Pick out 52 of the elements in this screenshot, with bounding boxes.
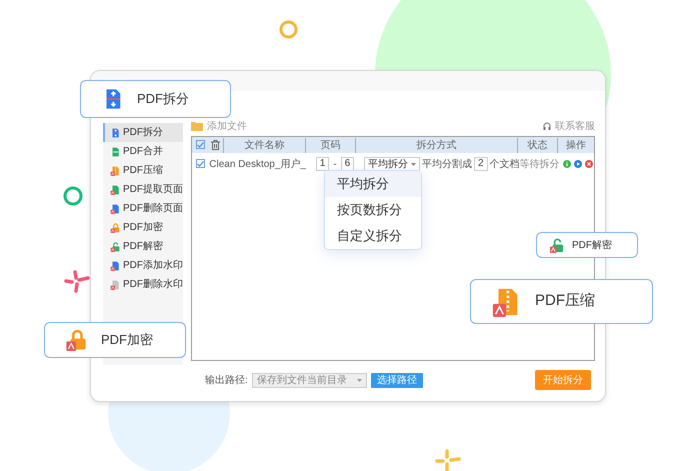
feature-card-label: PDF解密 [572,238,612,252]
play-icon[interactable] [574,160,582,168]
column-header: 文件名称 [244,140,284,150]
status-text: 等待拆分 [520,158,560,172]
sidebar-item[interactable]: PDF删除页面 [103,199,183,218]
headset-icon [543,122,551,130]
sparkle-decoration [435,449,461,471]
feature-card-label: PDF加密 [101,331,153,350]
menu-option[interactable]: 按页数拆分 [325,197,421,223]
output-path-label: 输出路径: [205,374,248,388]
sidebar-item[interactable]: PDF提取页面 [103,180,183,199]
feature-card-label: PDF压缩 [535,291,595,312]
padlock-icon [65,329,87,351]
split-suffix: 个文档 [490,158,520,172]
split-document-icon [110,128,120,138]
page-from-field[interactable]: 1 [316,157,330,171]
sidebar-item[interactable]: PDF删除水印 [103,275,183,294]
column-header: 页码 [320,140,340,150]
sparkle-decoration [64,269,90,293]
split-prefix: 平均分割成 [422,158,472,172]
column-header: 状态 [528,140,548,150]
ring-decoration [63,186,83,206]
ring-decoration [279,20,298,39]
menu-option[interactable]: 自定义拆分 [325,223,421,249]
column-header: 操作 [566,140,586,150]
trash-icon[interactable] [211,140,220,150]
sidebar-item[interactable]: PDF解密 [103,237,183,256]
sidebar-item[interactable]: PDF拆分 [103,123,183,142]
menu-option[interactable]: 平均拆分 [325,171,421,197]
file-name: Clean Desktop_用户_ [208,158,307,172]
page-separator: - [333,158,337,172]
feature-card-label: PDF拆分 [137,90,189,108]
split-mode-select[interactable]: 平均拆分 [364,156,420,172]
caret-icon [356,378,362,382]
delete-icon[interactable] [584,160,593,168]
info-icon[interactable] [562,160,571,168]
folder-icon [191,121,203,131]
sidebar-item[interactable]: PDF加密 [103,218,183,237]
checkbox[interactable] [196,140,204,149]
page-to-field[interactable]: 6 [340,157,354,171]
split-count-field[interactable]: 2 [474,157,488,171]
open-padlock-icon [110,242,120,252]
zip-document-icon [110,166,120,176]
column-header: 拆分方式 [416,140,456,150]
padlock-icon [110,222,120,232]
merge-document-icon [110,146,120,156]
checkbox[interactable] [196,159,204,168]
sidebar-item[interactable]: PDF合并 [103,142,183,161]
open-padlock-icon [549,238,564,252]
sidebar-item[interactable]: PDF压缩 [103,161,183,180]
sidebar-item[interactable]: PDF添加水印 [103,256,183,275]
caret-icon [411,162,416,166]
